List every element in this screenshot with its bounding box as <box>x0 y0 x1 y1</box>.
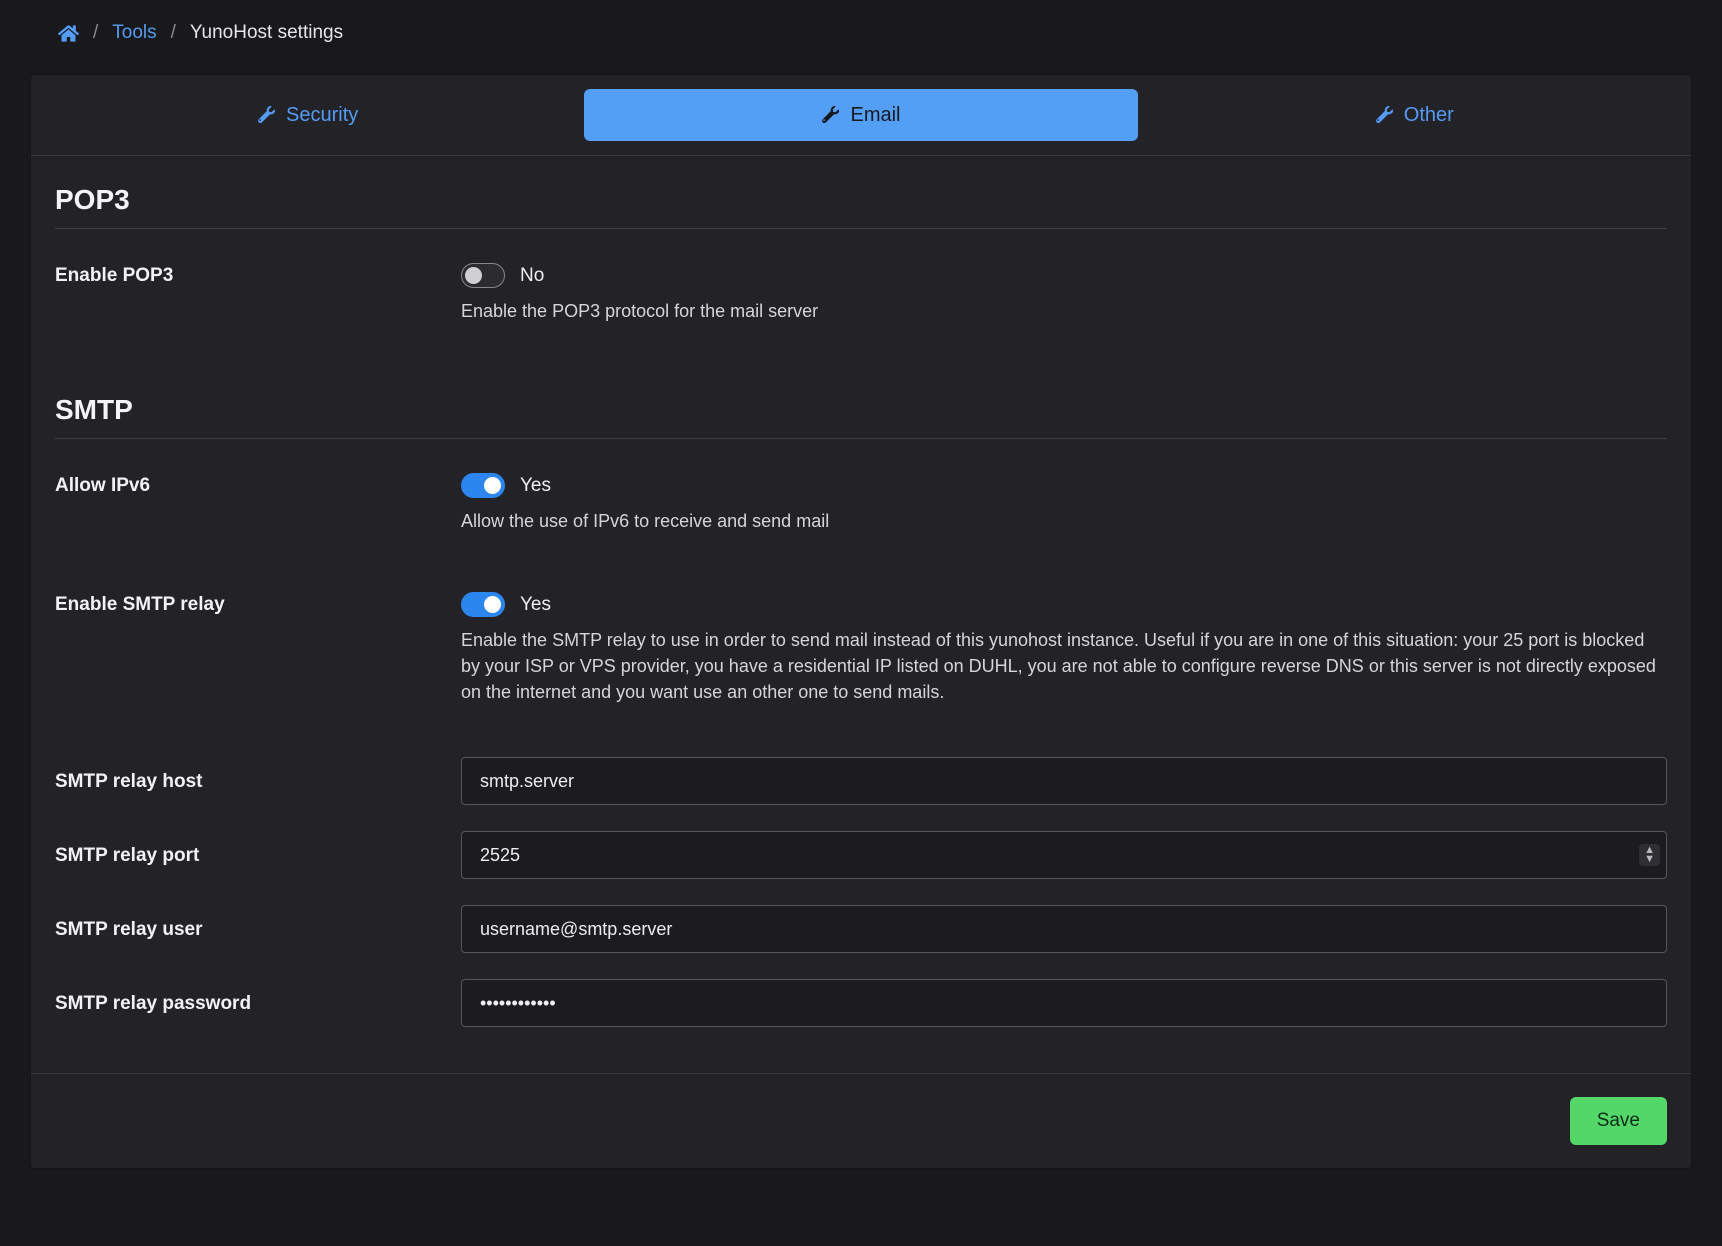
wrench-icon <box>821 106 839 124</box>
wrench-icon <box>257 106 275 124</box>
card-footer: Save <box>31 1073 1691 1168</box>
field-control: No Enable the POP3 protocol for the mail… <box>461 263 1667 324</box>
field-smtp-relay-port: SMTP relay port ▲ ▼ <box>31 831 1691 879</box>
home-link[interactable] <box>58 23 79 44</box>
field-label: Enable SMTP relay <box>55 592 461 616</box>
tab-email-label: Email <box>850 104 900 127</box>
field-enable-pop3: Enable POP3 No Enable the POP3 protocol … <box>31 263 1691 324</box>
field-smtp-relay-user: SMTP relay user <box>31 905 1691 953</box>
settings-card: Security Email Other POP3 Enable POP3 No… <box>30 74 1692 1169</box>
toggle-state-text: Yes <box>520 594 551 616</box>
field-smtp-relay-host: SMTP relay host <box>31 757 1691 805</box>
tab-other[interactable]: Other <box>1138 89 1691 141</box>
save-button[interactable]: Save <box>1570 1097 1667 1145</box>
toggle-knob <box>465 267 482 284</box>
field-control: ▲ ▼ <box>461 831 1667 879</box>
field-allow-ipv6: Allow IPv6 Yes Allow the use of IPv6 to … <box>31 473 1691 534</box>
field-enable-smtp-relay: Enable SMTP relay Yes Enable the SMTP re… <box>31 592 1691 705</box>
field-control <box>461 757 1667 805</box>
field-control <box>461 979 1667 1027</box>
field-label: SMTP relay user <box>55 917 461 941</box>
smtp-relay-password-input[interactable] <box>461 979 1667 1027</box>
home-icon <box>58 23 79 44</box>
field-label: Enable POP3 <box>55 263 461 287</box>
toggle-state-text: No <box>520 265 544 287</box>
toggle-knob <box>484 477 501 494</box>
field-help: Enable the POP3 protocol for the mail se… <box>461 298 1667 324</box>
breadcrumb-separator: / <box>171 22 176 44</box>
breadcrumb-tools-link[interactable]: Tools <box>112 22 156 44</box>
section-title-pop3: POP3 <box>55 184 1667 229</box>
field-label: Allow IPv6 <box>55 473 461 497</box>
enable-pop3-toggle[interactable] <box>461 263 505 288</box>
number-spinner: ▲ ▼ <box>1639 844 1660 866</box>
field-label: SMTP relay port <box>55 843 461 867</box>
smtp-relay-host-input[interactable] <box>461 757 1667 805</box>
wrench-icon <box>1375 106 1393 124</box>
smtp-relay-user-input[interactable] <box>461 905 1667 953</box>
field-control: Yes Enable the SMTP relay to use in orde… <box>461 592 1667 705</box>
tab-panel-email: POP3 Enable POP3 No Enable the POP3 prot… <box>31 156 1691 1027</box>
section-title-smtp: SMTP <box>55 394 1667 439</box>
field-label: SMTP relay host <box>55 769 461 793</box>
breadcrumb-separator: / <box>93 22 98 44</box>
field-control: Yes Allow the use of IPv6 to receive and… <box>461 473 1667 534</box>
tab-security[interactable]: Security <box>31 89 584 141</box>
smtp-relay-port-input[interactable] <box>461 831 1667 879</box>
tab-bar: Security Email Other <box>31 75 1691 156</box>
tab-email[interactable]: Email <box>584 89 1137 141</box>
field-smtp-relay-password: SMTP relay password <box>31 979 1691 1027</box>
field-help: Allow the use of IPv6 to receive and sen… <box>461 508 1667 534</box>
allow-ipv6-toggle[interactable] <box>461 473 505 498</box>
spinner-down-button[interactable]: ▼ <box>1644 855 1655 864</box>
toggle-state-text: Yes <box>520 475 551 497</box>
breadcrumb-current-page: YunoHost settings <box>190 22 343 44</box>
breadcrumb: / Tools / YunoHost settings <box>0 0 1722 68</box>
tab-other-label: Other <box>1404 104 1454 127</box>
field-label: SMTP relay password <box>55 991 461 1015</box>
field-help: Enable the SMTP relay to use in order to… <box>461 627 1667 705</box>
field-control <box>461 905 1667 953</box>
enable-smtp-relay-toggle[interactable] <box>461 592 505 617</box>
toggle-knob <box>484 596 501 613</box>
tab-security-label: Security <box>286 104 358 127</box>
